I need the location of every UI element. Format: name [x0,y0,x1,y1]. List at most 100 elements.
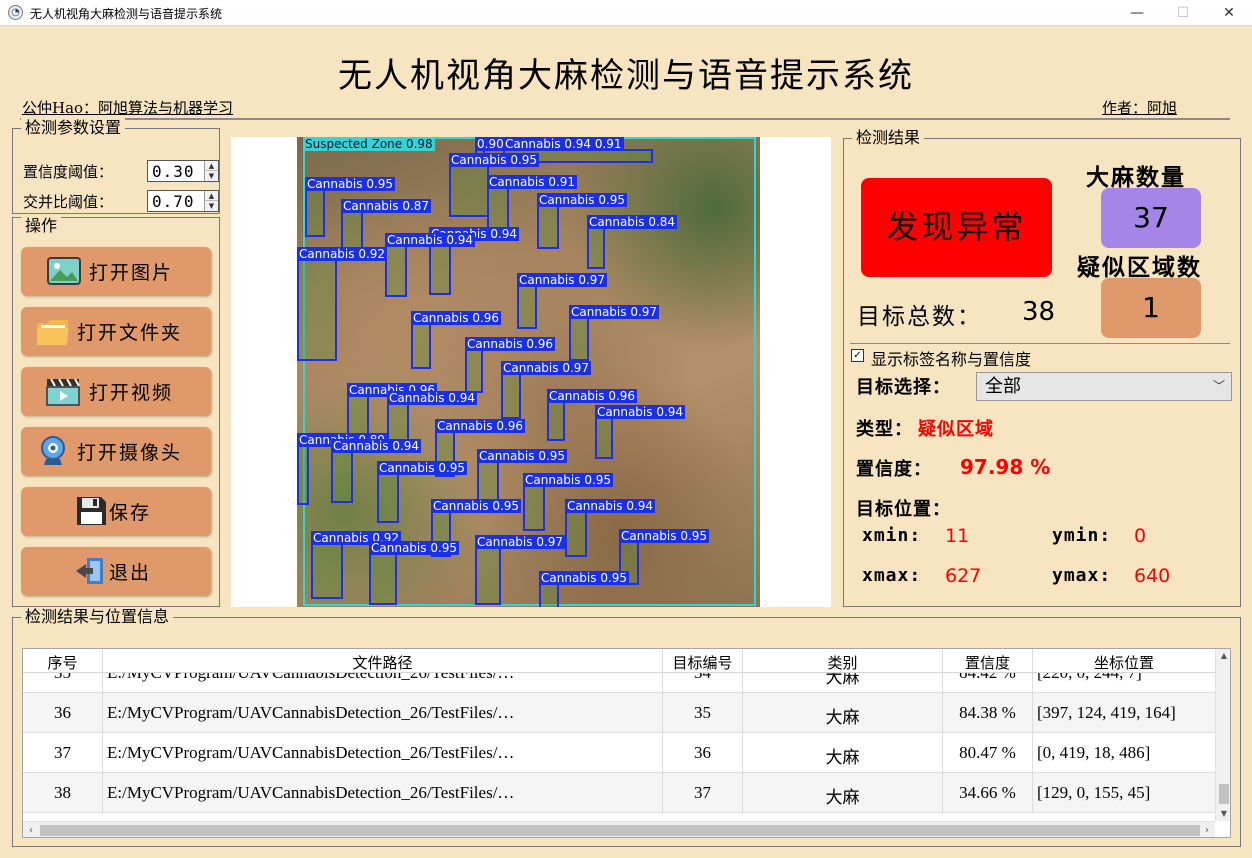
exit-door-icon [76,558,103,584]
floppy-disk-icon [77,497,106,525]
open-image-button[interactable]: 打开图片 [21,247,211,296]
cell-confidence: 34.66 % [959,783,1016,802]
detection-label: Cannabis 0.95 [537,193,628,207]
header-index[interactable]: 序号 [23,652,102,673]
cell-class: 大麻 [825,673,860,687]
aerial-image: Suspected Zone 0.98 0.90 Cannabis 0.94 0.… [297,137,760,607]
header-class[interactable]: 类别 [743,652,942,673]
ymax-label: ymax: [1052,565,1112,586]
header-file-path[interactable]: 文件路径 [103,652,662,673]
result-group-title: 检测结果 [852,128,925,148]
scroll-left-icon[interactable]: ‹ [23,822,39,837]
table-group-title: 检测结果与位置信息 [21,607,174,627]
results-table[interactable]: 序号 文件路径 目标编号 类别 置信度 坐标位置 35 E:/MyCVProgra… [22,648,1231,838]
header-target-id[interactable]: 目标编号 [663,652,742,673]
detection-label: Cannabis 0.96 [547,389,638,403]
maximize-button[interactable]: ☐ [1160,0,1206,26]
column-separator [742,673,743,693]
detection-box [377,473,399,523]
cell-coordinates: [220, 0, 244, 7] [1037,673,1213,683]
folder-icon [37,320,69,345]
scroll-right-icon[interactable]: › [1199,822,1215,837]
vertical-scrollbar[interactable]: ▲ ▼ [1215,649,1230,821]
detection-box [587,227,605,269]
zone-count-value: 1 [1101,278,1201,338]
image-preview: Suspected Zone 0.98 0.90 Cannabis 0.94 0.… [231,137,831,607]
detection-box [331,451,353,503]
open-camera-button[interactable]: 打开摄像头 [21,427,211,476]
cell-file-path: E:/MyCVProgram/UAVCannabisDetection_26/T… [107,703,515,722]
detection-label: Cannabis 0.97 [475,535,566,549]
xmax-label: xmax: [862,565,922,586]
page-title: 无人机视角大麻检测与语音提示系统 [338,56,914,96]
cell-index: 36 [54,703,71,722]
header-confidence[interactable]: 置信度 [943,652,1032,673]
header-divider [20,118,1230,120]
detection-box [429,239,451,295]
column-separator [1032,693,1033,733]
table-row[interactable]: 38 E:/MyCVProgram/UAVCannabisDetection_26… [23,773,1215,813]
exit-button[interactable]: 退出 [21,547,211,596]
detection-label: Cannabis 0.94 0.91 [503,137,624,151]
detection-label: Cannabis 0.95 [305,177,396,191]
column-separator [1032,673,1033,693]
position-label: 目标位置： [856,499,951,520]
detection-label: Cannabis 0.95 [477,449,568,463]
iou-threshold-value: 0.70 [152,192,195,211]
detection-box [501,373,521,419]
column-separator [742,733,743,773]
detection-box [297,259,337,361]
target-select-dropdown[interactable]: 全部 ﹀ [976,372,1232,401]
spin-down-icon[interactable]: ▼ [204,171,218,181]
ops-group-title: 操作 [21,216,62,236]
detection-box [475,547,501,605]
show-labels-label[interactable]: 显示标签名称与置信度 [871,346,1031,370]
xmin-label: xmin: [862,525,922,546]
spin-up-icon[interactable]: ▲ [204,191,218,201]
scroll-thumb[interactable] [40,825,1200,836]
target-select-label: 目标选择： [856,377,951,398]
open-video-button[interactable]: 打开视频 [21,367,211,416]
detection-box [595,417,613,459]
detection-box [565,511,587,557]
table-row[interactable]: 37 E:/MyCVProgram/UAVCannabisDetection_26… [23,733,1215,773]
close-button[interactable]: ✕ [1206,0,1252,26]
author-label: 作者：阿旭 [1102,99,1178,117]
cell-coordinates: [0, 419, 18, 486] [1037,743,1151,762]
spin-down-icon[interactable]: ▼ [204,201,218,211]
minimize-button[interactable]: — [1114,0,1160,26]
cell-target-id: 36 [694,743,711,762]
confidence-label: 置信度： [856,459,932,480]
spin-up-icon[interactable]: ▲ [204,161,218,171]
open-folder-button[interactable]: 打开文件夹 [21,307,211,356]
detection-box [517,285,537,329]
table-row[interactable]: 36 E:/MyCVProgram/UAVCannabisDetection_26… [23,693,1215,733]
conf-threshold-spinbox[interactable]: 0.30 ▲ ▼ [147,160,219,182]
horizontal-scrollbar[interactable]: ‹ › [23,821,1215,837]
alert-status-badge: 发现异常 [861,178,1052,277]
detection-box [311,543,343,599]
detection-box [539,583,559,607]
show-labels-checkbox[interactable]: ✓ [851,349,864,362]
header-coordinates[interactable]: 坐标位置 [1033,652,1215,673]
detection-label: Cannabis 0.95 [619,529,710,543]
iou-threshold-label: 交并比阈值： [23,193,114,211]
cell-coordinates: [129, 0, 155, 45] [1037,783,1151,802]
scroll-thumb[interactable] [1219,784,1229,804]
iou-threshold-spinbox[interactable]: 0.70 ▲ ▼ [147,190,219,212]
table-row[interactable]: 35 E:/MyCVProgram/UAVCannabisDetection_26… [23,673,1215,693]
cell-coordinates: [397, 124, 419, 164] [1037,703,1176,722]
column-separator [942,733,943,773]
cell-file-path: E:/MyCVProgram/UAVCannabisDetection_26/T… [107,743,515,762]
scroll-down-icon[interactable]: ▼ [1216,807,1230,821]
open-video-label: 打开视频 [89,382,174,404]
params-group-title: 检测参数设置 [21,118,126,138]
scroll-up-icon[interactable]: ▲ [1216,649,1230,663]
save-label: 保存 [109,502,152,524]
table-body[interactable]: 35 E:/MyCVProgram/UAVCannabisDetection_26… [23,673,1215,821]
save-button[interactable]: 保存 [21,487,211,536]
cell-target-id: 37 [694,783,711,802]
detection-label: Cannabis 0.97 [569,305,660,319]
cell-file-path: E:/MyCVProgram/UAVCannabisDetection_26/T… [107,673,659,683]
detection-label: Cannabis 0.96 [465,337,556,351]
